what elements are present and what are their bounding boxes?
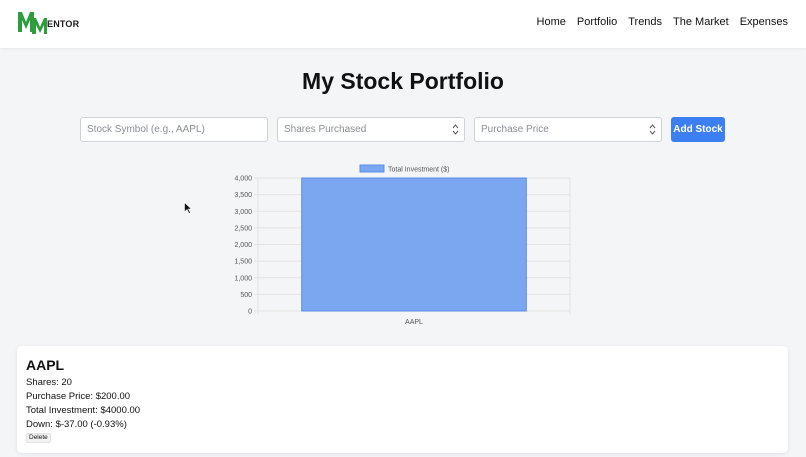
shares-purchased-placeholder: Shares Purchased <box>284 124 367 135</box>
legend-label: Total Investment ($) <box>388 167 449 174</box>
purchase-price-placeholder: Purchase Price <box>481 124 549 135</box>
nav-home[interactable]: Home <box>537 16 566 28</box>
nav-trends[interactable]: Trends <box>628 16 662 28</box>
investment-chart-svg: 4,000 3,500 3,000 2,500 2,000 1,500 1,000 500 0 A… <box>234 164 571 326</box>
delete-button[interactable]: Delete <box>26 433 51 443</box>
y-tick-label: 3,500 <box>234 192 252 199</box>
y-tick-label: 1,000 <box>234 275 252 282</box>
logo-wordmark: ENTOR <box>47 19 80 29</box>
stock-change: Down: $-37.00 (-0.93%) <box>26 419 127 430</box>
bar <box>301 177 527 312</box>
nav-the-market[interactable]: The Market <box>673 16 729 28</box>
add-stock-button[interactable]: Add Stock <box>671 117 725 142</box>
stock-symbol-input[interactable]: Stock Symbol (e.g., AAPL) <box>80 117 268 142</box>
stock-total-investment: Total Investment: $4000.00 <box>26 405 141 416</box>
nav-links: Home Portfolio Trends The Market Expense… <box>537 16 788 28</box>
y-tick-label: 500 <box>240 292 252 299</box>
y-tick-label: 2,000 <box>234 242 252 249</box>
stock-shares: Shares: 20 <box>26 377 72 388</box>
stepper-arrows-icon[interactable] <box>649 123 656 136</box>
y-tick-label: 2,500 <box>234 225 252 232</box>
y-tick-label: 0 <box>248 309 252 316</box>
top-navbar: ENTOR Home Portfolio Trends The Market E… <box>0 0 806 48</box>
investment-chart: 4,000 3,500 3,000 2,500 2,000 1,500 1,000 500 0 A… <box>220 158 580 334</box>
stock-symbol: AAPL <box>26 357 65 373</box>
purchase-price-input[interactable]: Purchase Price <box>474 117 662 142</box>
stock-card: AAPL Shares: 20 Purchase Price: $200.00 … <box>17 346 788 453</box>
page-title: My Stock Portfolio <box>302 68 504 94</box>
nav-expenses[interactable]: Expenses <box>740 16 788 28</box>
mouse-cursor-icon <box>184 202 192 214</box>
stock-symbol-placeholder: Stock Symbol (e.g., AAPL) <box>87 124 205 135</box>
x-tick-label: AAPL <box>405 319 423 326</box>
legend-swatch <box>359 164 385 173</box>
stock-purchase-price: Purchase Price: $200.00 <box>26 391 131 402</box>
stepper-arrows-icon[interactable] <box>452 123 459 136</box>
y-tick-label: 4,000 <box>234 176 252 183</box>
shares-purchased-input[interactable]: Shares Purchased <box>277 117 465 142</box>
nav-portfolio[interactable]: Portfolio <box>577 16 617 28</box>
y-tick-label: 3,000 <box>234 209 252 216</box>
y-tick-label: 1,500 <box>234 259 252 266</box>
